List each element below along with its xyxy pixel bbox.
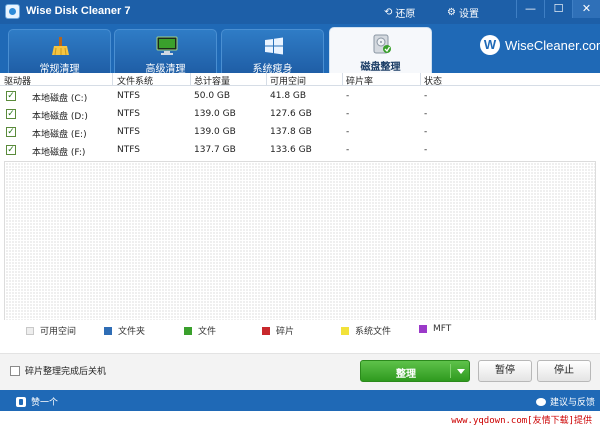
brand-name: WiseCleaner.com xyxy=(505,37,600,53)
column-header-free[interactable]: 可用空间 xyxy=(270,74,306,87)
legend-swatch xyxy=(262,326,270,335)
column-divider xyxy=(266,73,267,86)
status: - xyxy=(424,127,428,137)
like-label: 赞一个 xyxy=(31,398,59,408)
column-header-status[interactable]: 状态 xyxy=(424,74,442,87)
shutdown-after-defrag-checkbox[interactable]: 碎片整理完成后关机 xyxy=(10,364,106,377)
stop-button[interactable]: 停止 xyxy=(537,360,591,382)
app-logo-icon xyxy=(5,4,20,19)
disk-defrag-icon xyxy=(373,34,391,54)
tab-system-slim[interactable]: 系统瘦身 xyxy=(221,29,324,75)
filesystem: NTFS xyxy=(117,109,140,119)
feedback-link[interactable]: 建议与反馈 xyxy=(536,395,595,408)
minimize-button[interactable]: — xyxy=(516,0,544,18)
close-button[interactable]: ✕ xyxy=(572,0,600,18)
defrag-button[interactable]: 整理 xyxy=(360,360,470,382)
total-capacity: 139.0 GB xyxy=(194,127,236,137)
drive-name: 本地磁盘 (D:) xyxy=(32,112,88,122)
column-header-filesystem[interactable]: 文件系统 xyxy=(117,74,153,87)
free-space: 137.8 GB xyxy=(270,127,312,137)
app-window: Wise Disk Cleaner 7 ⟲ 还原 ⚙ 设置 — ☐ ✕ 常规清理 xyxy=(0,0,600,427)
column-divider xyxy=(190,73,191,86)
total-capacity: 139.0 GB xyxy=(194,109,236,119)
status: - xyxy=(424,109,428,119)
legend-swatch xyxy=(26,326,34,335)
column-header-fragment[interactable]: 碎片率 xyxy=(346,74,373,87)
defrag-button-label: 整理 xyxy=(396,369,416,380)
drive-name: 本地磁盘 (F:) xyxy=(32,148,86,158)
fragment-rate: - xyxy=(346,109,350,119)
fragment-rate: - xyxy=(346,91,350,101)
app-title: Wise Disk Cleaner 7 xyxy=(26,5,131,17)
cluster-legend: 可用空间 文件夹 文件 碎片 系统文件 MFT xyxy=(0,320,600,337)
monitor-icon xyxy=(156,36,178,55)
legend-label: MFT xyxy=(433,324,452,334)
checkbox-box[interactable] xyxy=(10,365,20,376)
legend-swatch xyxy=(341,326,349,335)
table-row[interactable]: ✓ 本地磁盘 (E:) NTFS 139.0 GB 137.8 GB - - xyxy=(0,123,600,141)
filesystem: NTFS xyxy=(117,91,140,101)
legend-item: MFT xyxy=(419,324,451,334)
legend-swatch xyxy=(104,326,112,335)
restore-button[interactable]: ⟲ 还原 xyxy=(384,5,415,20)
gear-icon: ⚙ xyxy=(447,7,456,18)
column-divider xyxy=(112,73,113,86)
status: - xyxy=(424,91,428,101)
chevron-down-icon[interactable] xyxy=(457,369,465,374)
filesystem: NTFS xyxy=(117,145,140,155)
column-divider xyxy=(342,73,343,86)
settings-label: 设置 xyxy=(458,9,479,20)
free-space: 41.8 GB xyxy=(270,91,307,101)
column-divider xyxy=(420,73,421,86)
watermark-text: www.yqdown.com[友情下载]提供 xyxy=(451,416,592,426)
table-row[interactable]: ✓ 本地磁盘 (F:) NTFS 137.7 GB 133.6 GB - - xyxy=(0,141,600,159)
drive-checkbox[interactable]: ✓ xyxy=(6,127,16,137)
pause-button[interactable]: 暂停 xyxy=(478,360,532,382)
restore-icon: ⟲ xyxy=(384,7,393,18)
action-bar: 碎片整理完成后关机 整理 暂停 停止 xyxy=(0,353,600,390)
legend-swatch xyxy=(184,326,192,335)
table-row[interactable]: ✓ 本地磁盘 (C:) NTFS 50.0 GB 41.8 GB - - xyxy=(0,87,600,105)
total-capacity: 137.7 GB xyxy=(194,145,236,155)
total-capacity: 50.0 GB xyxy=(194,91,231,101)
brand-logo: W xyxy=(480,35,500,55)
watermark-strip: www.yqdown.com[友情下载]提供 xyxy=(0,411,600,427)
fragment-rate: - xyxy=(346,145,350,155)
tab-advanced-clean[interactable]: 高级清理 xyxy=(114,29,217,75)
chat-bubble-icon xyxy=(536,397,546,406)
free-space: 127.6 GB xyxy=(270,109,312,119)
legend-spacer xyxy=(0,336,600,353)
restore-label: 还原 xyxy=(395,9,416,20)
drive-checkbox[interactable]: ✓ xyxy=(6,91,16,101)
column-header-drive[interactable]: 驱动器 xyxy=(4,74,31,87)
title-bar: Wise Disk Cleaner 7 ⟲ 还原 ⚙ 设置 — ☐ ✕ xyxy=(0,0,600,24)
maximize-button[interactable]: ☐ xyxy=(544,0,572,18)
brand[interactable]: W WiseCleaner.com xyxy=(480,35,600,55)
tab-common-clean[interactable]: 常规清理 xyxy=(8,29,111,75)
windows-icon xyxy=(265,37,283,55)
filesystem: NTFS xyxy=(117,127,140,137)
thumbs-up-icon xyxy=(16,396,26,407)
like-button[interactable]: 赞一个 xyxy=(16,395,58,408)
broom-icon xyxy=(52,37,69,56)
drive-checkbox[interactable]: ✓ xyxy=(6,145,16,155)
drive-checkbox[interactable]: ✓ xyxy=(6,109,16,119)
tab-label: 磁盘整理 xyxy=(360,62,401,73)
free-space: 133.6 GB xyxy=(270,145,312,155)
status: - xyxy=(424,145,428,155)
feedback-label: 建议与反馈 xyxy=(550,398,596,408)
drive-name: 本地磁盘 (E:) xyxy=(32,130,87,140)
shutdown-label: 碎片整理完成后关机 xyxy=(25,367,107,377)
table-row[interactable]: ✓ 本地磁盘 (D:) NTFS 139.0 GB 127.6 GB - - xyxy=(0,105,600,123)
drive-name: 本地磁盘 (C:) xyxy=(32,94,88,104)
fragment-rate: - xyxy=(346,127,350,137)
settings-button[interactable]: ⚙ 设置 xyxy=(447,5,479,20)
column-header-total[interactable]: 总计容量 xyxy=(194,74,230,87)
status-bar: 赞一个 建议与反馈 xyxy=(0,390,600,411)
drive-table-header: 驱动器 文件系统 总计容量 可用空间 碎片率 状态 xyxy=(0,73,600,87)
button-divider xyxy=(450,364,451,378)
tab-disk-defrag[interactable]: 磁盘整理 xyxy=(329,27,432,73)
legend-swatch xyxy=(419,325,427,333)
